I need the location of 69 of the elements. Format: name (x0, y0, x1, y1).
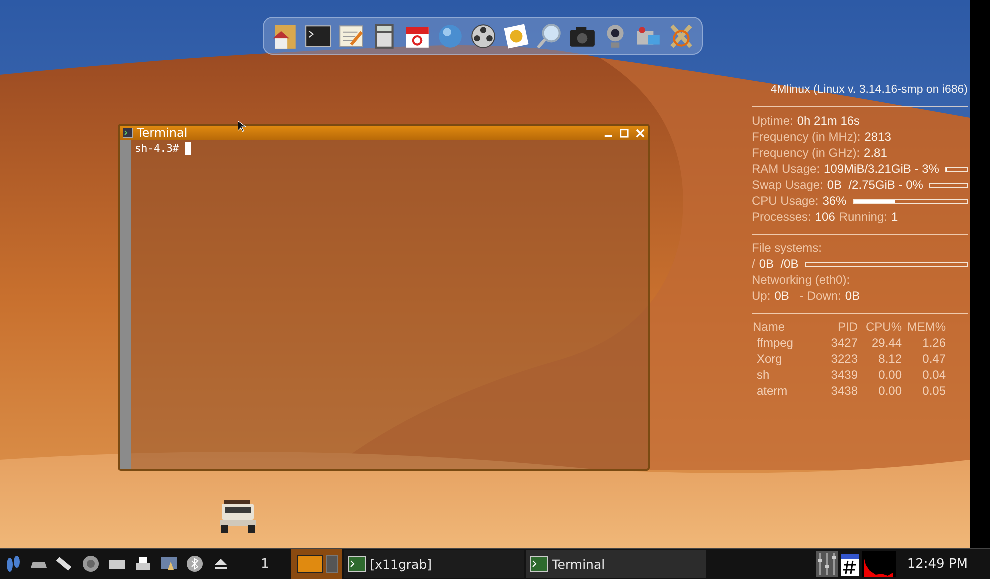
table-cell-text: 8.12 (878, 351, 903, 367)
task-button[interactable]: Terminal (526, 550, 706, 578)
stat-value: 36% (822, 193, 847, 209)
column-header: Name (752, 319, 786, 335)
table-cell-text: 0.00 (878, 383, 903, 399)
table-cell-text: 3427 (830, 335, 859, 351)
stat-value: 2.81 (864, 145, 888, 161)
stat-label: Up: (752, 288, 771, 304)
table-cell-text: 29.44 (870, 335, 903, 351)
car-drawing (218, 498, 258, 534)
cpu-graph-icon (862, 551, 896, 577)
stat-value: 2813 (864, 129, 892, 145)
terminal-icon (123, 128, 133, 138)
stat-label: Networking (eth0): (752, 272, 850, 288)
table-cell-text: 0.05 (922, 383, 947, 399)
column-header: PID (836, 319, 859, 335)
scrollbar[interactable] (120, 140, 131, 469)
clock: 12:49 PM (907, 556, 968, 572)
stat-value: 0B /2.75GiB - 0% (827, 177, 924, 193)
stat-label: Frequency (in GHz): (752, 145, 860, 161)
stat-value: 0B (774, 288, 790, 304)
table-cell-text: 0.47 (922, 351, 947, 367)
table-cell-text: aterm (756, 383, 789, 399)
table-cell-text: 3439 (830, 367, 859, 383)
table-cell-text: 3438 (830, 383, 859, 399)
table-cell-text: ffmpeg (756, 335, 794, 351)
table-cell-text: sh (756, 367, 771, 383)
workspace-button[interactable] (297, 555, 324, 573)
text-cursor (185, 142, 192, 155)
stat-label: Swap Usage: (752, 177, 824, 193)
magnifier-icon[interactable] (534, 22, 564, 50)
calendar-icon[interactable] (841, 552, 860, 576)
stat-value: 0B /0B (759, 256, 799, 272)
stat-label: Uptime: (752, 113, 794, 129)
column-header: CPU% (864, 319, 903, 335)
maximize-icon[interactable] (620, 128, 629, 138)
table-cell-text: Xorg (756, 351, 784, 367)
system-info-header: 4Mlinux (Linux v. 3.14.16-smp on i686) (770, 83, 968, 98)
stat-value: 1 (891, 209, 898, 225)
shell-prompt: sh-4.3# (135, 142, 180, 156)
column-header: MEM% (906, 319, 947, 335)
stat-value: 109MiB/3.21GiB - 3% (824, 161, 940, 177)
stat-label: - Down: (799, 288, 842, 304)
terminal-icon (530, 556, 548, 572)
stat-label: Frequency (in MHz): (752, 129, 861, 145)
bluetooth-icon[interactable] (185, 554, 205, 574)
speaker-icon[interactable] (81, 554, 101, 574)
terminal-icon (348, 556, 366, 572)
stat-label: / (752, 256, 756, 272)
mixer-sliders-icon[interactable] (816, 551, 838, 577)
table-cell-text: 3223 (830, 351, 859, 367)
stat-value: 0B (845, 288, 860, 304)
table-cell-text: 0.04 (922, 367, 947, 383)
film-reel-icon[interactable] (468, 22, 498, 50)
stat-label: RAM Usage: (752, 161, 820, 177)
stat-label: Processes: (752, 209, 812, 225)
stat-label: Running: (839, 209, 888, 225)
stat-label: CPU Usage: (752, 193, 819, 209)
task-button[interactable]: [x11grab] (344, 550, 524, 578)
stat-label: File systems: (752, 240, 822, 256)
mouse-pointer-icon (238, 121, 246, 133)
workspace-number: 1 (261, 556, 270, 572)
table-cell-text: 1.26 (922, 335, 947, 351)
close-icon[interactable] (636, 128, 645, 138)
stat-value: 0h 21m 16s (797, 113, 860, 129)
table-cell-text: 0.00 (878, 367, 903, 383)
usage-bar (945, 166, 968, 172)
stat-value: 106 (815, 209, 836, 225)
window-title: Terminal (137, 126, 188, 140)
